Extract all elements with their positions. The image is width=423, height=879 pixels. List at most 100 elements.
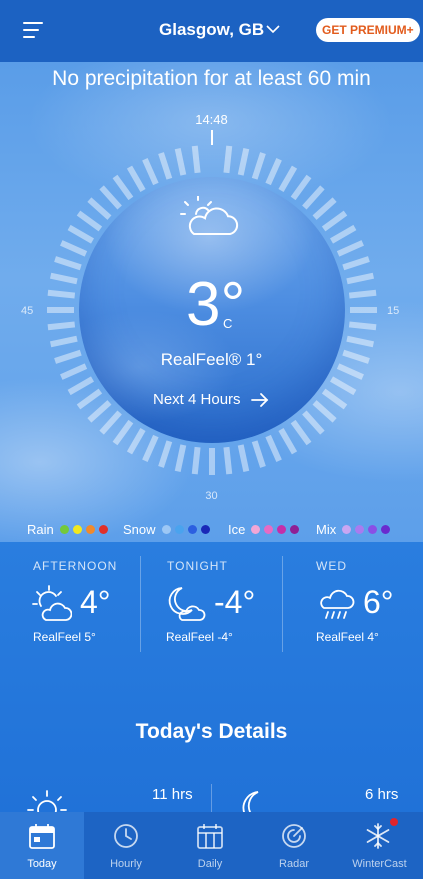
dial-tick	[49, 335, 78, 348]
forecast-card-tonight[interactable]: TONIGHT -4° RealFeel -4°	[141, 556, 282, 656]
legend-mix-dot	[381, 525, 391, 534]
dial-tick	[265, 158, 282, 186]
todays-details-row[interactable]: 11 hrs 6 hrs	[0, 780, 423, 814]
dial-tick	[60, 240, 88, 257]
dial-tick	[342, 256, 370, 271]
dial-tick	[76, 388, 103, 410]
legend-rain-dot	[72, 525, 82, 534]
now-marker	[211, 130, 213, 145]
moon-icon	[242, 791, 259, 814]
calendar-icon	[197, 824, 223, 849]
nav-item-daily[interactable]: Daily	[168, 812, 252, 879]
dial-tick	[251, 152, 266, 180]
dial-tick	[174, 444, 187, 473]
sun-icon	[27, 790, 67, 814]
dial-tick	[142, 434, 159, 462]
nav-item-today[interactable]: Today	[0, 812, 84, 879]
dial-tick	[99, 410, 122, 435]
dial-tick	[126, 428, 146, 455]
dial-tick	[158, 152, 173, 180]
arrow-right-icon[interactable]	[250, 392, 270, 408]
nav-label: Radar	[279, 858, 309, 870]
dial-tick	[321, 210, 348, 232]
nav-label: Hourly	[110, 858, 142, 870]
dial-tick	[237, 444, 250, 473]
forecast-title: AFTERNOON	[33, 559, 118, 573]
legend-rain-dot	[59, 525, 69, 534]
dial-tick	[191, 446, 201, 475]
radar-icon	[282, 824, 306, 848]
dial-tick	[330, 376, 357, 396]
legend-snow-dot	[200, 525, 210, 534]
forecast-realfeel: RealFeel 4°	[316, 630, 379, 644]
legend-mix-dot	[355, 525, 365, 534]
partly-cloudy-icon	[180, 196, 239, 235]
forecast-card-afternoon[interactable]: AFTERNOON 4° RealFeel 5°	[0, 556, 140, 656]
forecast-realfeel: RealFeel 5°	[33, 630, 96, 644]
legend-mix-label: Mix	[316, 522, 337, 537]
legend-ice-dot	[264, 525, 274, 534]
forecast-temp: -4°	[214, 584, 256, 620]
nav-item-hourly[interactable]: Hourly	[84, 812, 168, 879]
dial-tick	[142, 158, 159, 186]
legend-ice-dot	[290, 525, 300, 534]
legend-rain: Rain	[27, 522, 108, 537]
dial-tick	[67, 376, 94, 396]
forecast-card-wed[interactable]: WED 6° RealFeel 4°	[283, 556, 423, 656]
legend-snow-dot	[174, 525, 184, 534]
dial-tick	[223, 446, 233, 475]
dial-tick	[87, 197, 112, 220]
dial-tick	[336, 240, 364, 257]
dial-tick	[76, 210, 103, 232]
nav-item-radar[interactable]: Radar	[252, 812, 336, 879]
forecast-title: WED	[316, 559, 347, 573]
dial-tick	[330, 224, 357, 244]
dial-tick	[348, 321, 377, 331]
legend-rain-label: Rain	[27, 522, 54, 537]
dial-tick	[67, 224, 94, 244]
dial-tick	[112, 419, 134, 446]
clock-icon	[114, 824, 138, 848]
legend-ice-dot	[251, 525, 261, 534]
nav-label: Today	[27, 858, 57, 870]
next-hours-link[interactable]: Next 4 Hours	[153, 391, 241, 408]
minute-label-30: 30	[205, 490, 218, 502]
nav-item-wintercast[interactable]: WinterCast	[336, 812, 423, 879]
forecast-title: TONIGHT	[167, 559, 228, 573]
dial-tick	[312, 197, 337, 220]
legend-mix-dot	[342, 525, 352, 534]
minute-label-45: 45	[21, 305, 34, 317]
details-divider	[211, 784, 212, 814]
dial-tick	[54, 256, 82, 271]
dial-tick	[126, 165, 146, 192]
bottom-nav: Today Hourly Daily Radar WinterCast	[0, 812, 423, 879]
legend-snow-dot	[187, 525, 197, 534]
dial-tick	[112, 174, 134, 201]
rain-cloud-icon	[320, 589, 355, 619]
legend-rain-dot	[85, 525, 95, 534]
snowflake-icon	[366, 823, 390, 849]
dial-tick	[278, 165, 298, 192]
dial-tick	[290, 174, 312, 201]
legend-ice-dot	[277, 525, 287, 534]
dial-tick	[321, 388, 348, 410]
legend-rain-dot	[98, 525, 108, 534]
moon-duration: 6 hrs	[365, 786, 399, 803]
dial-tick	[191, 145, 201, 174]
dial-tick	[302, 410, 325, 435]
dial-tick	[87, 400, 112, 423]
current-time-label: 14:48	[195, 112, 228, 127]
dial-tick	[99, 185, 122, 210]
dial-tick	[237, 147, 250, 176]
dial-tick	[290, 419, 312, 446]
nav-label: Daily	[197, 858, 223, 870]
dial-tick	[265, 434, 282, 462]
dial-tick	[174, 147, 187, 176]
calendar-today-icon	[29, 824, 55, 849]
current-realfeel: RealFeel® 1°	[160, 350, 263, 369]
dial-tick	[47, 289, 76, 299]
dial-tick	[49, 272, 78, 285]
todays-details-title: Today's Details	[135, 720, 288, 743]
legend-mix: Mix	[316, 522, 391, 537]
forecast-temp: 6°	[363, 584, 394, 620]
